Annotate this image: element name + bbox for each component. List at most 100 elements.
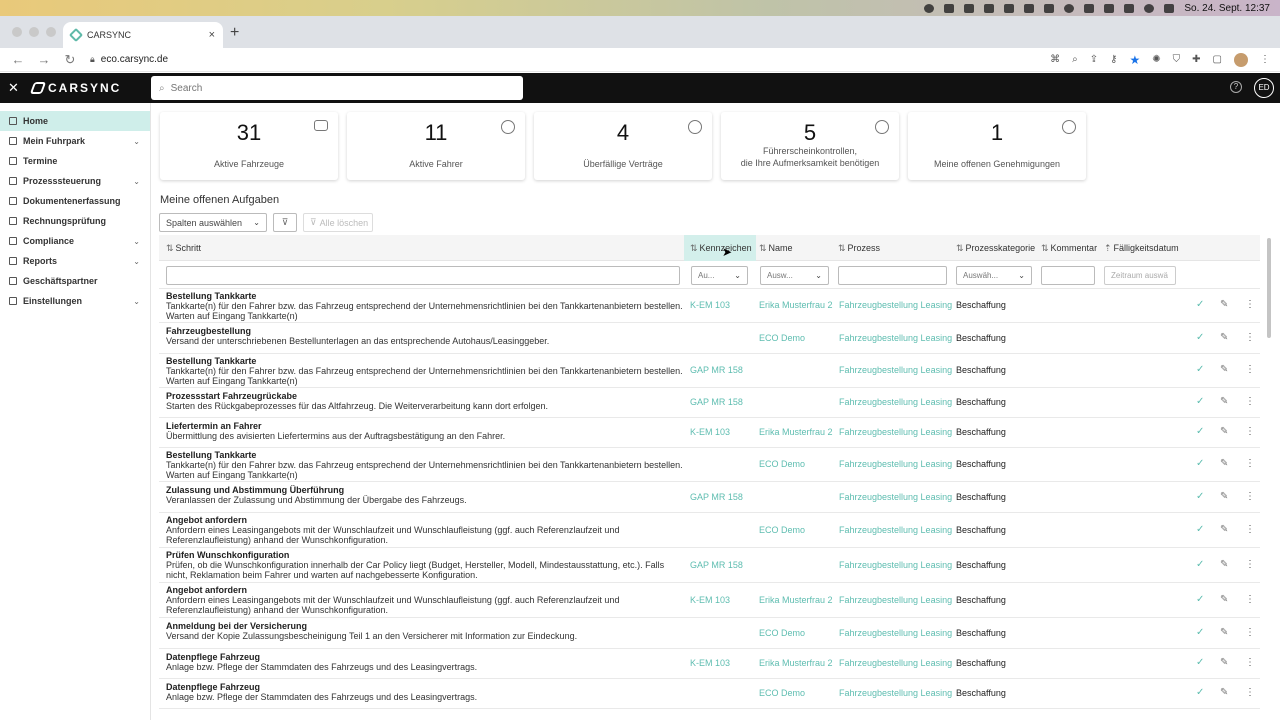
kennzeichen-link[interactable]: GAP MR 158 [690,365,743,375]
bluetooth-icon[interactable] [1084,3,1095,13]
close-tab-icon[interactable]: × [209,29,215,41]
table-row[interactable]: Fahrzeugbestellung Versand der unterschri… [159,323,1260,354]
edit-pencil-icon[interactable]: ✎ [1220,687,1228,698]
prozess-link[interactable]: Fahrzeugbestellung Leasing [839,300,952,310]
complete-check-icon[interactable]: ✓ [1196,687,1204,698]
table-row[interactable]: Liefertermin an Fahrer Übermittlung des a… [159,418,1260,448]
edit-pencil-icon[interactable]: ✎ [1220,594,1228,605]
more-options-icon[interactable]: ⋮ [1245,491,1255,502]
complete-check-icon[interactable]: ✓ [1196,627,1204,638]
status-icon[interactable] [944,3,955,13]
search-input[interactable] [170,82,501,94]
edit-pencil-icon[interactable]: ✎ [1220,396,1228,407]
table-row[interactable]: Bestellung Tankkarte Tankkarte(n) für den… [159,289,1260,323]
kennzeichen-link[interactable]: K-EM 103 [690,427,730,437]
table-row[interactable]: Prüfen Wunschkonfiguration Prüfen, ob die… [159,548,1260,583]
filter-button[interactable]: ⊽ [273,213,297,232]
more-options-icon[interactable]: ⋮ [1245,657,1255,668]
zoom-window-button[interactable] [46,27,56,37]
scrollbar[interactable] [1267,238,1271,338]
complete-check-icon[interactable]: ✓ [1196,594,1204,605]
kennzeichen-link[interactable]: K-EM 103 [690,300,730,310]
column-header-kommentar[interactable]: ⇅ Kommentar [1041,243,1097,254]
extension-icon[interactable]: ✺ [1152,54,1160,65]
prozess-link[interactable]: Fahrzeugbestellung Leasing [839,595,952,605]
table-row[interactable]: Angebot anfordern Anfordern eines Leasing… [159,513,1260,548]
prozess-link[interactable]: Fahrzeugbestellung Leasing [839,525,952,535]
name-link[interactable]: ECO Demo [759,628,805,638]
complete-check-icon[interactable]: ✓ [1196,364,1204,375]
column-header-kennzeichen[interactable]: ⇅ Kennzeichen [684,235,756,261]
sidebar-item-termine[interactable]: Termine [0,151,150,171]
kpi-card-active-vehicles[interactable]: 31 Aktive Fahrzeuge [160,112,338,180]
more-options-icon[interactable]: ⋮ [1245,524,1255,535]
prozess-link[interactable]: Fahrzeugbestellung Leasing [839,459,952,469]
column-header-name[interactable]: ⇅ Name [759,243,793,254]
edit-pencil-icon[interactable]: ✎ [1220,559,1228,570]
table-row[interactable]: Bestellung Tankkarte Tankkarte(n) für den… [159,354,1260,388]
sidebar-item-compliance[interactable]: Compliance ⌄ [0,231,150,251]
kpi-card-license-checks[interactable]: 5 Führerscheinkontrollen, die Ihre Aufme… [721,112,899,180]
play-icon[interactable] [1064,3,1075,13]
sidebar-item-rechnungspruefung[interactable]: Rechnungsprüfung [0,211,150,231]
edit-pencil-icon[interactable]: ✎ [1220,299,1228,310]
reload-icon[interactable]: ↻ [62,52,78,68]
prozess-filter-input[interactable] [838,266,947,285]
address-bar[interactable]: eco.carsync.de [101,54,168,65]
column-header-prozess[interactable]: ⇅ Prozess [838,243,880,254]
complete-check-icon[interactable]: ✓ [1196,559,1204,570]
name-link[interactable]: ECO Demo [759,688,805,698]
minimize-window-button[interactable] [29,27,39,37]
prozess-link[interactable]: Fahrzeugbestellung Leasing [839,560,952,570]
status-icon[interactable] [924,3,935,13]
search-bar[interactable]: ⌕ [151,76,523,100]
kennzeichen-link[interactable]: K-EM 103 [690,595,730,605]
name-filter-select[interactable]: Ausw... ⌄ [760,266,829,285]
table-row[interactable]: Zulassung und Abstimmung Überführung Vera… [159,482,1260,513]
edit-pencil-icon[interactable]: ✎ [1220,524,1228,535]
name-link[interactable]: ECO Demo [759,525,805,535]
kpi-card-active-drivers[interactable]: 11 Aktive Fahrer [347,112,525,180]
prozess-link[interactable]: Fahrzeugbestellung Leasing [839,427,952,437]
sidebar-item-home[interactable]: Home [0,111,150,131]
name-link[interactable]: Erika Musterfrau 2 [759,427,833,437]
table-row[interactable]: Anmeldung bei der Versicherung Versand de… [159,618,1260,649]
wifi-icon[interactable] [1124,3,1135,13]
complete-check-icon[interactable]: ✓ [1196,458,1204,469]
faelligkeit-filter-input[interactable]: Zeitraum auswä [1104,266,1176,285]
prozess-link[interactable]: Fahrzeugbestellung Leasing [839,688,952,698]
menubar-clock[interactable]: So. 24. Sept. 12:37 [1184,3,1270,14]
kennzeichen-link[interactable]: GAP MR 158 [690,560,743,570]
key-icon[interactable]: ⚷ [1110,54,1117,65]
clear-all-button[interactable]: ⊽ Alle löschen [303,213,373,232]
column-header-kategorie[interactable]: ⇅ Prozesskategorie [956,243,1035,254]
browser-menu-icon[interactable]: ⋮ [1260,54,1270,65]
table-row[interactable]: Prozessstart Fahrzeugrückabe Starten des … [159,388,1260,418]
complete-check-icon[interactable]: ✓ [1196,657,1204,668]
table-row[interactable]: Angebot anfordern Anfordern eines Leasing… [159,583,1260,618]
complete-check-icon[interactable]: ✓ [1196,524,1204,535]
shield-extension-icon[interactable]: ⛉ [1173,54,1181,65]
name-link[interactable]: Erika Musterfrau 2 [759,595,833,605]
carsync-logo[interactable]: CARSYNC [29,81,121,95]
status-icon[interactable] [964,3,975,13]
share-icon[interactable]: ⇪ [1090,54,1098,65]
edit-pencil-icon[interactable]: ✎ [1220,491,1228,502]
prozess-link[interactable]: Fahrzeugbestellung Leasing [839,397,952,407]
prozess-link[interactable]: Fahrzeugbestellung Leasing [839,492,952,502]
help-icon[interactable]: ? [1230,81,1242,93]
battery-icon[interactable] [1104,3,1115,13]
edit-pencil-icon[interactable]: ✎ [1220,426,1228,437]
name-link[interactable]: Erika Musterfrau 2 [759,300,833,310]
sidebar-item-prozesssteuerung[interactable]: Prozesssteuerung ⌄ [0,171,150,191]
more-options-icon[interactable]: ⋮ [1245,364,1255,375]
complete-check-icon[interactable]: ✓ [1196,332,1204,343]
edit-pencil-icon[interactable]: ✎ [1220,627,1228,638]
edit-pencil-icon[interactable]: ✎ [1220,364,1228,375]
prozess-link[interactable]: Fahrzeugbestellung Leasing [839,658,952,668]
edit-pencil-icon[interactable]: ✎ [1220,657,1228,668]
status-icon[interactable] [1004,3,1015,13]
more-options-icon[interactable]: ⋮ [1245,687,1255,698]
kategorie-filter-select[interactable]: Auswäh... ⌄ [956,266,1032,285]
volume-icon[interactable] [1044,3,1055,13]
